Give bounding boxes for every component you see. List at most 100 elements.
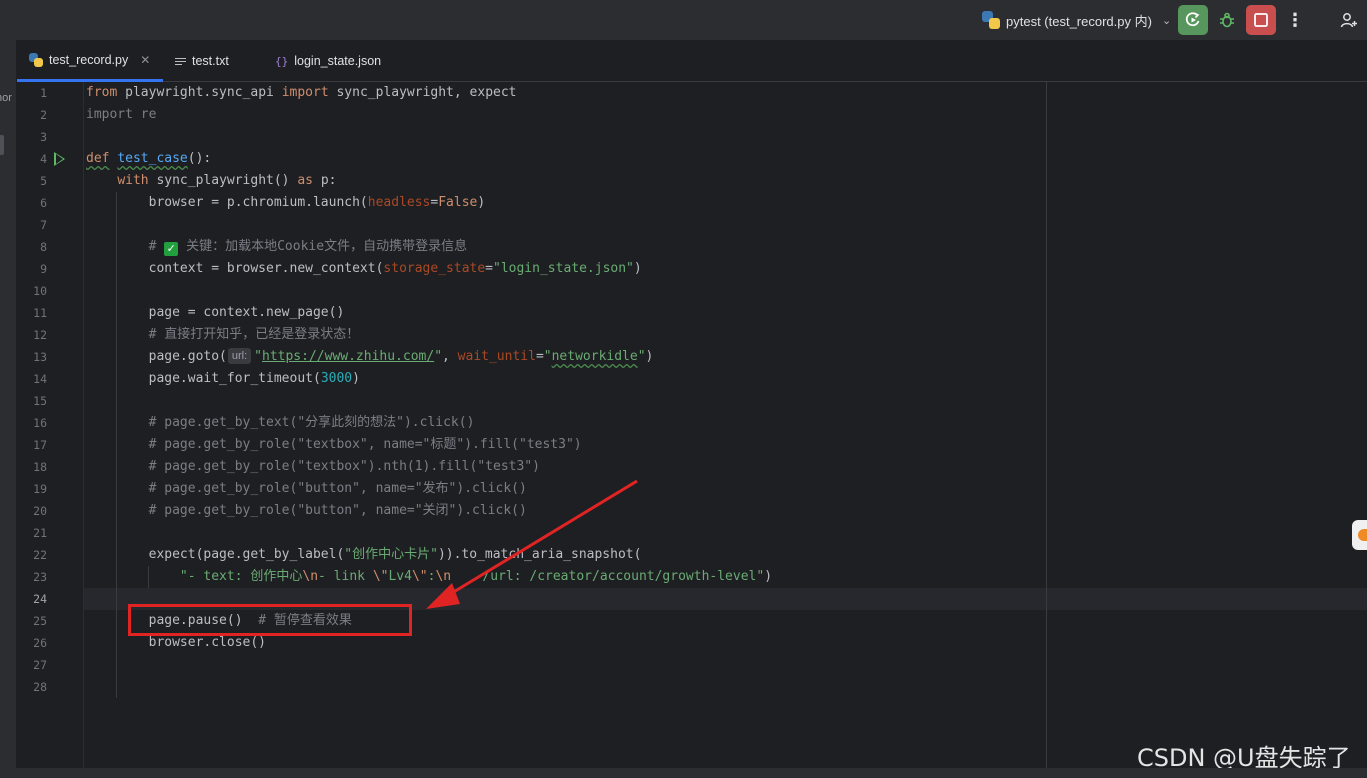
code-text: ():	[187, 151, 212, 166]
top-toolbar: pytest (test_record.py 内) ⌄ ⋮	[0, 0, 1367, 40]
chevron-down-icon: ⌄	[1161, 14, 1172, 27]
tab-label: test.txt	[192, 54, 229, 68]
code-text: p:	[313, 173, 337, 188]
line-number: 26	[33, 636, 47, 650]
line-number: 27	[33, 658, 47, 672]
tab-test-txt[interactable]: test.txt	[163, 40, 261, 82]
panel-indicator[interactable]	[0, 135, 4, 155]
text-file-icon	[175, 57, 186, 65]
line-number: 15	[33, 394, 47, 408]
line-number: 18	[33, 460, 47, 474]
debug-button[interactable]	[1212, 5, 1242, 35]
line-number: 1	[40, 86, 47, 100]
code-text: )	[352, 371, 360, 386]
escape-sequence: \"	[372, 569, 389, 584]
code-line-17: # page.get_by_role("textbox", name="标题")…	[86, 437, 582, 452]
python-icon	[982, 11, 1000, 29]
python-icon	[29, 52, 43, 67]
escape-sequence: \n	[435, 569, 452, 584]
code-text: context = browser.new_context(	[86, 261, 384, 276]
code-line-5: with sync_playwright() as p:	[86, 170, 336, 192]
status-bar	[0, 768, 1367, 778]
tab-test-record-py[interactable]: test_record.py ✕	[17, 40, 163, 82]
string-quote: "	[434, 349, 443, 364]
floating-assistant-widget[interactable]	[1352, 520, 1367, 550]
line-number: 22	[33, 548, 47, 562]
line-number: 7	[40, 218, 47, 232]
string-literal: /url: /creator/account/growth-level"	[451, 569, 765, 584]
code-text: ,	[442, 349, 458, 364]
url-link[interactable]: https://www.zhihu.com/	[262, 349, 434, 364]
line-number: 23	[33, 570, 47, 584]
line-number: 19	[33, 482, 47, 496]
string-literal: networkidle	[551, 349, 638, 364]
line-number: 5	[40, 174, 47, 188]
keyword: with	[117, 173, 149, 188]
more-vertical-icon: ⋮	[1286, 9, 1304, 30]
line-number: 20	[33, 504, 47, 518]
code-text: sync_playwright()	[148, 173, 298, 188]
more-actions-button[interactable]: ⋮	[1280, 5, 1310, 35]
comment-text: #	[86, 239, 165, 254]
rerun-button[interactable]	[1178, 5, 1208, 35]
rerun-icon	[1185, 12, 1200, 27]
line-number: 10	[33, 284, 47, 298]
function-name: test_case	[117, 151, 188, 166]
project-panel-label: nor	[0, 92, 12, 104]
code-line-22: expect(page.get_by_label("创作中心卡片")).to_m…	[86, 544, 642, 566]
line-number: 21	[33, 526, 47, 540]
code-line-16: # page.get_by_text("分享此刻的想法").click()	[86, 415, 475, 430]
stop-button[interactable]	[1246, 5, 1276, 35]
keyword: as	[297, 173, 313, 188]
parameter-hint: url:	[227, 348, 252, 364]
code-line-6: browser = p.chromium.launch(headless=Fal…	[86, 192, 486, 214]
string-literal: "创作中心卡片"	[344, 547, 438, 562]
code-line-19: # page.get_by_role("button", name="发布").…	[86, 481, 527, 496]
string-literal: "login_state.json"	[493, 261, 634, 276]
parameter-name: headless	[367, 195, 431, 210]
code-line-8: # ✓ 关键：加载本地Cookie文件，自动携带登录信息	[86, 236, 467, 258]
code-text: =	[535, 349, 544, 364]
line-number: 13	[33, 350, 47, 364]
line-number: 12	[33, 328, 47, 342]
line-number: 28	[33, 680, 47, 694]
line-number: 25	[33, 614, 47, 628]
tab-label: test_record.py	[49, 52, 129, 67]
highlight-box-annotation	[128, 604, 412, 636]
left-tool-strip: nor	[0, 40, 17, 778]
code-text: page.wait_for_timeout(	[86, 371, 321, 386]
add-user-icon	[1340, 13, 1357, 28]
code-text: browser = p.chromium.launch(	[86, 195, 368, 210]
string-quote: "	[543, 349, 552, 364]
code-line-13: page.goto(url: "https://www.zhihu.com/", …	[86, 346, 653, 368]
code-text: page.goto(	[86, 349, 227, 364]
line-number: 16	[33, 416, 47, 430]
keyword: import	[281, 85, 329, 100]
string-literal: Lv4	[388, 569, 412, 584]
code-line-23: "- text: 创作中心\n- link \"Lv4\":\n /url: /…	[86, 566, 772, 588]
line-number: 17	[33, 438, 47, 452]
run-configuration-selector[interactable]: pytest (test_record.py 内) ⌄	[982, 8, 1171, 32]
code-line-18: # page.get_by_role("textbox").nth(1).fil…	[86, 459, 540, 474]
code-text: )).to_match_aria_snapshot(	[437, 547, 642, 562]
code-line-4: def test_case():	[86, 148, 211, 170]
string-literal: "- text: 创作中心	[86, 569, 303, 584]
comment-text: 关键：加载本地Cookie文件，自动携带登录信息	[178, 239, 468, 254]
editor-tab-bar: test_record.py ✕ test.txt {} login_state…	[17, 40, 1367, 82]
code-line-11: page = context.new_page()	[86, 305, 345, 320]
code-text: )	[633, 261, 642, 276]
code-text: sync_playwright, expect	[328, 85, 517, 100]
parameter-name: storage_state	[383, 261, 486, 276]
tab-login-state-json[interactable]: {} login_state.json	[263, 40, 393, 82]
code-line-1: from playwright.sync_api import sync_pla…	[86, 82, 517, 104]
close-icon[interactable]: ✕	[140, 53, 150, 67]
code-line-2: import re	[86, 107, 157, 122]
keyword: def	[86, 151, 110, 166]
code-text: expect(page.get_by_label(	[86, 547, 345, 562]
keyword: False	[438, 195, 478, 210]
check-mark-icon: ✓	[164, 242, 179, 256]
code-text: =	[485, 261, 493, 276]
parameter-name: wait_until	[457, 349, 536, 364]
run-test-gutter-icon[interactable]	[54, 152, 65, 166]
add-user-button[interactable]	[1334, 5, 1364, 35]
